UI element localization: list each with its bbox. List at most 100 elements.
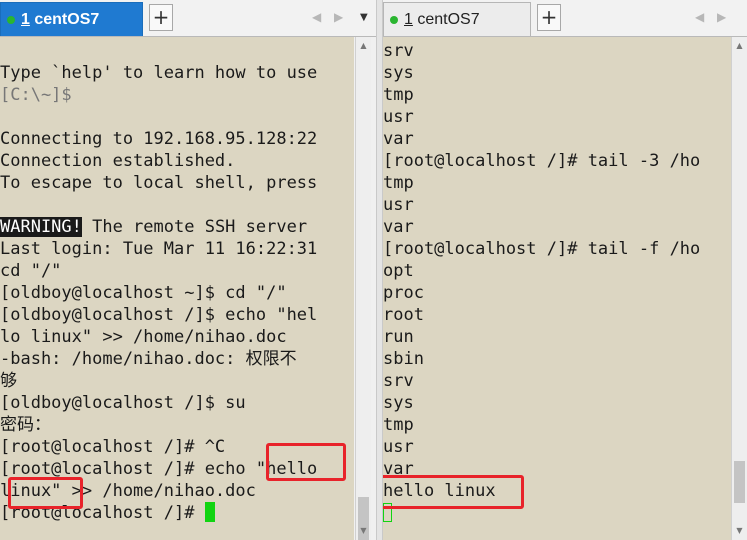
terminal-text: The remote SSH server <box>81 217 308 237</box>
scroll-down-icon[interactable]: ▼ <box>356 524 371 538</box>
highlight-box-linux <box>8 477 83 509</box>
terminal-text: tmp <box>383 85 414 105</box>
connection-status-icon <box>7 15 15 24</box>
right-session-pane: 1 centOS7 + ◀ ▶ srv sys tmp usr var [root@loc… <box>383 0 747 540</box>
terminal-text: srv <box>383 41 414 61</box>
terminal-cursor <box>204 502 215 522</box>
terminal-text: [root@localhost /]# tail -3 /ho <box>383 151 701 171</box>
terminal-line: sys <box>383 62 700 84</box>
terminal-text: proc <box>383 283 424 303</box>
terminal-text: 够 <box>0 371 17 391</box>
terminal-output-left[interactable]: Type `help' to learn how to use [C:\~]$ Co… <box>0 37 354 540</box>
terminal-line: root <box>383 304 700 326</box>
terminal-text: lo linux" >> /home/nihao.doc <box>0 327 287 347</box>
scroll-tabs-right-icon[interactable]: ▶ <box>717 10 726 24</box>
highlight-box-hello <box>266 443 346 481</box>
scroll-tabs-right-icon[interactable]: ▶ <box>334 10 343 24</box>
terminal-text: sys <box>383 63 414 83</box>
scroll-up-icon[interactable]: ▲ <box>356 39 371 53</box>
terminal-text: [oldboy@localhost /]$ echo "hel <box>0 305 318 325</box>
terminal-scrollbar-right[interactable]: ▲ ▼ <box>731 37 747 540</box>
terminal-text: sbin <box>383 349 424 369</box>
terminal-line: [C:\~]$ <box>0 84 317 106</box>
terminal-line: [root@localhost /]# tail -3 /ho <box>383 150 700 172</box>
terminal-output-right[interactable]: srv sys tmp usr var [root@localhost /]# tail … <box>383 37 731 540</box>
terminal-scrollbar-left[interactable]: ▲ ▼ <box>355 37 371 540</box>
tab-list-dropdown-icon[interactable]: ▼ <box>360 12 368 23</box>
tab-centos7-left[interactable]: 1 centOS7 <box>0 2 143 36</box>
new-tab-button[interactable]: + <box>537 4 561 31</box>
terminal-line: To escape to local shell, press <box>0 172 317 194</box>
terminal-line: usr <box>383 194 700 216</box>
terminal-text: opt <box>383 261 414 281</box>
terminal-text: usr <box>383 195 414 215</box>
terminal-text: To escape to local shell, press <box>0 173 318 193</box>
warning-label: WARNING! <box>0 217 82 237</box>
terminal-text: Connection established. <box>0 151 236 171</box>
terminal-text: tmp <box>383 415 414 435</box>
scroll-up-icon[interactable]: ▲ <box>732 39 747 53</box>
scroll-tabs-left-icon[interactable]: ◀ <box>695 10 704 24</box>
terminal-line: cd "/" <box>0 260 317 282</box>
terminal-line: 密码： <box>0 414 317 436</box>
scroll-tabs-left-icon[interactable]: ◀ <box>312 10 321 24</box>
terminal-text: [root@localhost /]# ^C <box>0 437 226 457</box>
terminal-line: tmp <box>383 172 700 194</box>
tab-label: 1 centOS7 <box>404 10 480 28</box>
right-tab-bar: 1 centOS7 + ◀ ▶ <box>383 0 747 37</box>
terminal-text: [root@localhost /]# tail -f /ho <box>383 239 701 259</box>
new-tab-button[interactable]: + <box>149 4 173 31</box>
tab-centos7-right[interactable]: 1 centOS7 <box>383 2 531 36</box>
terminal-line: proc <box>383 282 700 304</box>
terminal-line: opt <box>383 260 700 282</box>
terminal-line: sbin <box>383 348 700 370</box>
terminal-line: var <box>383 216 700 238</box>
terminal-text: -bash: /home/nihao.doc: 权限不 <box>0 349 297 369</box>
terminal-text: [oldboy@localhost ~]$ cd "/" <box>0 283 287 303</box>
terminal-text: usr <box>383 437 414 457</box>
terminal-line: Connecting to 192.168.95.128:22 <box>0 128 317 150</box>
terminal-line: Last login: Tue Mar 11 16:22:31 <box>0 238 317 260</box>
terminal-text: root <box>383 305 424 325</box>
terminal-text: tmp <box>383 173 414 193</box>
terminal-text: var <box>383 129 414 149</box>
terminal-line: srv <box>383 40 700 62</box>
terminal-line: var <box>383 128 700 150</box>
highlight-box-hello-linux <box>383 475 524 509</box>
terminal-text: Last login: Tue Mar 11 16:22:31 <box>0 239 318 259</box>
left-tab-bar: 1 centOS7 + ◀ ▶ ▼ <box>0 0 376 37</box>
terminal-text: Type `help' to learn how to use <box>0 63 318 83</box>
pane-splitter[interactable] <box>376 0 383 540</box>
terminal-text: Connecting to 192.168.95.128:22 <box>0 129 318 149</box>
terminal-line: tmp <box>383 414 700 436</box>
terminal-line: lo linux" >> /home/nihao.doc <box>0 326 317 348</box>
terminal-line: tmp <box>383 84 700 106</box>
scrollbar-thumb[interactable] <box>734 461 745 503</box>
terminal-line: Type `help' to learn how to use <box>0 62 317 84</box>
scroll-down-icon[interactable]: ▼ <box>732 524 747 538</box>
terminal-text: cd "/" <box>0 261 62 281</box>
tab-label: 1 centOS7 <box>21 10 100 28</box>
terminal-text: srv <box>383 371 414 391</box>
terminal-line: [oldboy@localhost /]$ echo "hel <box>0 304 317 326</box>
terminal-line: [oldboy@localhost /]$ su <box>0 392 317 414</box>
terminal-text: usr <box>383 107 414 127</box>
connection-status-icon <box>390 15 398 24</box>
terminal-text: 密码： <box>0 415 51 435</box>
terminal-line: [root@localhost /]# tail -f /ho <box>383 238 700 260</box>
terminal-line: run <box>383 326 700 348</box>
terminal-line: WARNING! The remote SSH server <box>0 216 317 238</box>
terminal-line: Connection established. <box>0 150 317 172</box>
left-session-pane: 1 centOS7 + ◀ ▶ ▼ Type `help' to learn h… <box>0 0 376 540</box>
terminal-line: srv <box>383 370 700 392</box>
terminal-line: 够 <box>0 370 317 392</box>
terminal-line: usr <box>383 106 700 128</box>
terminal-text: run <box>383 327 414 347</box>
terminal-text: sys <box>383 393 414 413</box>
terminal-line: -bash: /home/nihao.doc: 权限不 <box>0 348 317 370</box>
terminal-line: usr <box>383 436 700 458</box>
terminal-line: sys <box>383 392 700 414</box>
